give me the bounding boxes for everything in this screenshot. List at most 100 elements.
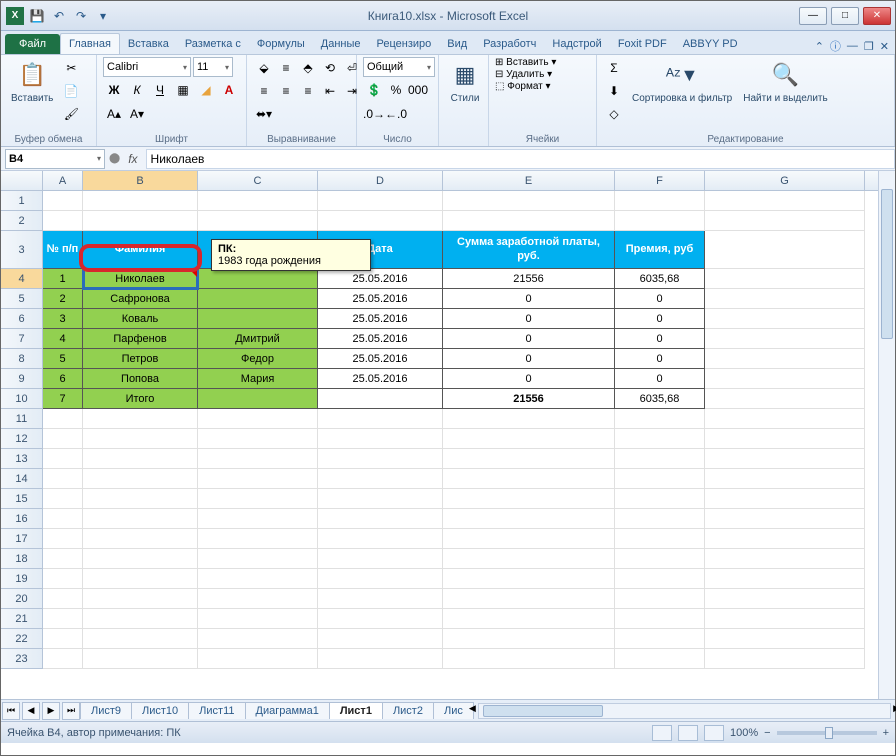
row-header[interactable]: 7 [1, 329, 43, 349]
clear-icon[interactable]: ◇ [603, 103, 625, 125]
table-header[interactable]: Премия, руб [615, 231, 705, 269]
format-painter-icon[interactable]: 🖌 [60, 103, 82, 125]
cell[interactable] [615, 449, 705, 469]
cell[interactable] [318, 609, 443, 629]
cell[interactable] [705, 609, 865, 629]
table-header[interactable]: № п/п [43, 231, 83, 269]
italic-button[interactable]: К [126, 79, 148, 101]
cell[interactable]: 4 [43, 329, 83, 349]
cell[interactable] [198, 389, 318, 409]
cell[interactable] [318, 529, 443, 549]
cell[interactable] [318, 409, 443, 429]
cell[interactable] [443, 609, 615, 629]
row-header[interactable]: 10 [1, 389, 43, 409]
scroll-left-icon[interactable]: ◀ [469, 703, 476, 714]
cell[interactable] [83, 629, 198, 649]
align-top-icon[interactable]: ⬙ [253, 57, 275, 79]
cell[interactable] [318, 589, 443, 609]
row-header[interactable]: 9 [1, 369, 43, 389]
tab-file[interactable]: Файл [5, 34, 60, 54]
font-color-button[interactable]: А [218, 79, 240, 101]
help-icon[interactable]: ⓘ [830, 38, 841, 54]
cell[interactable]: 6 [43, 369, 83, 389]
sheet-nav-prev-icon[interactable]: ◀ [22, 702, 40, 720]
cell[interactable] [43, 449, 83, 469]
tab-foxit[interactable]: Foxit PDF [610, 34, 675, 54]
table-header[interactable]: Сумма заработной платы, руб. [443, 231, 615, 269]
tab-layout[interactable]: Разметка с [177, 34, 249, 54]
cell[interactable] [43, 409, 83, 429]
cell[interactable] [705, 529, 865, 549]
qat-dropdown-icon[interactable]: ▾ [93, 6, 113, 26]
cell[interactable] [443, 191, 615, 211]
col-header-d[interactable]: D [318, 171, 443, 190]
cell[interactable] [198, 589, 318, 609]
cell[interactable] [43, 549, 83, 569]
cell[interactable] [83, 191, 198, 211]
cell[interactable] [615, 489, 705, 509]
fx-icon[interactable]: fx [120, 152, 145, 166]
zoom-level[interactable]: 100% [730, 727, 758, 739]
cell[interactable]: 25.05.2016 [318, 329, 443, 349]
cell[interactable] [43, 509, 83, 529]
col-header-a[interactable]: A [43, 171, 83, 190]
row-header[interactable]: 17 [1, 529, 43, 549]
selected-cell[interactable]: Николаев [83, 269, 198, 289]
sheet-tab-active[interactable]: Лист1 [329, 702, 383, 719]
scrollbar-thumb[interactable] [483, 705, 603, 717]
cell[interactable] [615, 529, 705, 549]
cell[interactable] [705, 369, 865, 389]
cell[interactable] [83, 211, 198, 231]
cell[interactable] [83, 429, 198, 449]
align-left-icon[interactable]: ≡ [253, 80, 275, 102]
tab-addins[interactable]: Надстрой [544, 34, 609, 54]
align-middle-icon[interactable]: ≡ [275, 57, 297, 79]
cell[interactable] [443, 489, 615, 509]
cell[interactable] [615, 191, 705, 211]
cell[interactable] [705, 549, 865, 569]
row-header[interactable]: 21 [1, 609, 43, 629]
excel-icon[interactable]: X [5, 6, 25, 26]
cell[interactable] [198, 609, 318, 629]
cell[interactable] [198, 569, 318, 589]
cell[interactable]: 25.05.2016 [318, 369, 443, 389]
vertical-scrollbar[interactable] [878, 171, 895, 699]
row-header[interactable]: 16 [1, 509, 43, 529]
tab-insert[interactable]: Вставка [120, 34, 177, 54]
select-all-corner[interactable] [1, 171, 43, 190]
tab-review[interactable]: Рецензиро [369, 34, 440, 54]
col-header-b[interactable]: B [83, 171, 198, 190]
row-header[interactable]: 20 [1, 589, 43, 609]
minimize-button[interactable]: — [799, 7, 827, 25]
cell[interactable] [705, 449, 865, 469]
number-format-combo[interactable]: Общий▾ [363, 57, 435, 77]
cell[interactable]: 1 [43, 269, 83, 289]
cell[interactable]: 5 [43, 349, 83, 369]
cell[interactable]: 2 [43, 289, 83, 309]
cell[interactable] [198, 309, 318, 329]
sheet-tab[interactable]: Лис [433, 702, 474, 719]
cell[interactable]: 0 [443, 349, 615, 369]
comma-icon[interactable]: 000 [407, 79, 429, 101]
doc-min-icon[interactable]: — [847, 40, 858, 52]
cell[interactable]: Парфенов [83, 329, 198, 349]
cell[interactable]: 0 [615, 289, 705, 309]
cell[interactable] [43, 489, 83, 509]
cell[interactable] [443, 569, 615, 589]
cell[interactable] [705, 569, 865, 589]
row-header[interactable]: 22 [1, 629, 43, 649]
fill-color-button[interactable]: ◢ [195, 79, 217, 101]
cell[interactable] [83, 549, 198, 569]
sheet-nav-next-icon[interactable]: ▶ [42, 702, 60, 720]
shrink-font-icon[interactable]: A▾ [126, 103, 148, 125]
cell[interactable] [443, 529, 615, 549]
cell[interactable] [198, 549, 318, 569]
cell[interactable] [318, 569, 443, 589]
font-family-combo[interactable]: Calibri▾ [103, 57, 191, 77]
cell[interactable] [198, 509, 318, 529]
cut-icon[interactable]: ✂ [60, 57, 82, 79]
cell[interactable] [615, 569, 705, 589]
row-header[interactable]: 11 [1, 409, 43, 429]
tab-view[interactable]: Вид [439, 34, 475, 54]
cell[interactable] [43, 609, 83, 629]
